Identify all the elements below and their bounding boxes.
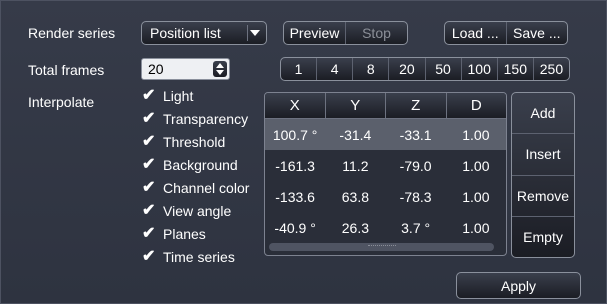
column-header[interactable]: Z [385, 93, 446, 118]
total-frames-input[interactable]: 20 [141, 58, 230, 80]
save-button[interactable]: Save ... [505, 22, 568, 44]
frame-preset-button[interactable]: 150 [496, 58, 533, 80]
table-cell: -161.3 [275, 157, 315, 174]
render-series-panel: Render series Position list Preview Stop… [0, 0, 607, 304]
table-cell: -40.9 ° [274, 219, 316, 236]
interpolate-checkbox[interactable]: ✔ Time series [142, 248, 235, 266]
interpolate-label: Interpolate [28, 94, 95, 110]
table-cell: -31.4 [339, 126, 372, 143]
column-header[interactable]: X [265, 93, 325, 118]
table-row[interactable]: -161.3 11.2 -79.0 1.00 [265, 150, 506, 181]
table-row[interactable]: -40.9 ° 26.3 3.7 ° 1.00 [265, 212, 506, 243]
frame-preset-button[interactable]: 4 [316, 58, 352, 80]
interpolate-checkbox-label: Channel color [163, 180, 250, 196]
table-cell: -78.3 [399, 188, 432, 205]
preview-button[interactable]: Preview [284, 22, 345, 44]
load-button[interactable]: Load ... [445, 22, 506, 44]
interpolate-checkbox[interactable]: ✔ Channel color [142, 179, 250, 197]
empty-button[interactable]: Empty [512, 215, 574, 257]
frame-preset-button[interactable]: 250 [532, 58, 569, 80]
checkmark-icon: ✔ [142, 110, 156, 127]
insert-button[interactable]: Insert [512, 133, 574, 174]
position-table[interactable]: XYZD 100.7 ° -31.4 -33.1 1.00 -161.3 11.2 -79.… [264, 92, 507, 256]
interpolate-checkbox-label: Transparency [163, 111, 249, 127]
frame-preset-button[interactable]: 100 [460, 58, 497, 80]
table-cell: 3.7 ° [401, 219, 431, 236]
table-cell: 1.00 [462, 157, 490, 174]
interpolate-checkbox-label: Threshold [163, 134, 226, 150]
table-cell: 100.7 ° [272, 126, 318, 143]
checkmark-icon: ✔ [142, 133, 156, 150]
scrollbar-thumb[interactable] [367, 244, 396, 250]
preview-stop-group: Preview Stop [283, 21, 408, 45]
table-cell: 1.00 [462, 188, 490, 205]
column-header[interactable]: D [445, 93, 507, 118]
frame-preset-button[interactable]: 1 [281, 58, 316, 80]
total-frames-value: 20 [148, 61, 164, 77]
table-cell: 1.00 [462, 126, 490, 143]
apply-button[interactable]: Apply [456, 272, 581, 299]
checkmark-icon: ✔ [142, 87, 156, 104]
interpolate-checkbox-label: View angle [163, 203, 232, 219]
interpolate-checkbox-label: Background [163, 157, 238, 173]
stop-button[interactable]: Stop [345, 22, 407, 44]
remove-button[interactable]: Remove [512, 174, 574, 216]
interpolate-checkbox[interactable]: ✔ View angle [142, 202, 232, 220]
table-cell: 11.2 [342, 157, 369, 174]
frame-preset-button[interactable]: 50 [424, 58, 461, 80]
column-header[interactable]: Y [324, 93, 386, 118]
checkmark-icon: ✔ [142, 248, 156, 265]
interpolate-checkbox[interactable]: ✔ Threshold [142, 133, 226, 151]
render-series-label: Render series [28, 25, 116, 41]
interpolate-checkbox[interactable]: ✔ Planes [142, 225, 206, 243]
table-cell: 63.8 [341, 188, 369, 205]
checkmark-icon: ✔ [142, 179, 156, 196]
table-cell: -133.6 [275, 188, 315, 205]
checkmark-icon: ✔ [142, 202, 156, 219]
render-series-select[interactable]: Position list [141, 21, 267, 45]
dropdown-arrow-icon [247, 25, 262, 41]
total-frames-label: Total frames [28, 62, 105, 78]
checkmark-icon: ✔ [142, 156, 156, 173]
table-cell: 26.3 [341, 219, 369, 236]
spinner-icon[interactable] [213, 61, 227, 77]
list-actions-group: Add Insert Remove Empty [511, 92, 575, 258]
table-cell: 1.00 [462, 219, 490, 236]
add-button[interactable]: Add [512, 93, 574, 133]
horizontal-scrollbar[interactable] [269, 243, 494, 251]
table-body: 100.7 ° -31.4 -33.1 1.00 -161.3 11.2 -79.0 1.00… [265, 119, 506, 243]
table-cell: -79.0 [399, 157, 432, 174]
table-header: XYZD [265, 93, 506, 119]
interpolate-checkbox[interactable]: ✔ Light [142, 87, 194, 105]
load-save-group: Load ... Save ... [444, 21, 568, 45]
frame-preset-button[interactable]: 8 [352, 58, 388, 80]
interpolate-checkbox-label: Planes [163, 226, 206, 242]
frame-presets-group: 1 4 8 20 50 100 150 250 [280, 57, 570, 81]
table-cell: -33.1 [399, 126, 432, 143]
table-row[interactable]: -133.6 63.8 -78.3 1.00 [265, 181, 506, 212]
checkmark-icon: ✔ [142, 225, 156, 242]
frame-preset-button[interactable]: 20 [388, 58, 424, 80]
render-series-select-value: Position list [150, 25, 221, 41]
interpolate-checkbox[interactable]: ✔ Transparency [142, 110, 249, 128]
interpolate-checkbox-label: Time series [163, 249, 235, 265]
interpolate-checkbox[interactable]: ✔ Background [142, 156, 238, 174]
table-row[interactable]: 100.7 ° -31.4 -33.1 1.00 [265, 119, 506, 150]
interpolate-checkbox-label: Light [163, 88, 194, 104]
